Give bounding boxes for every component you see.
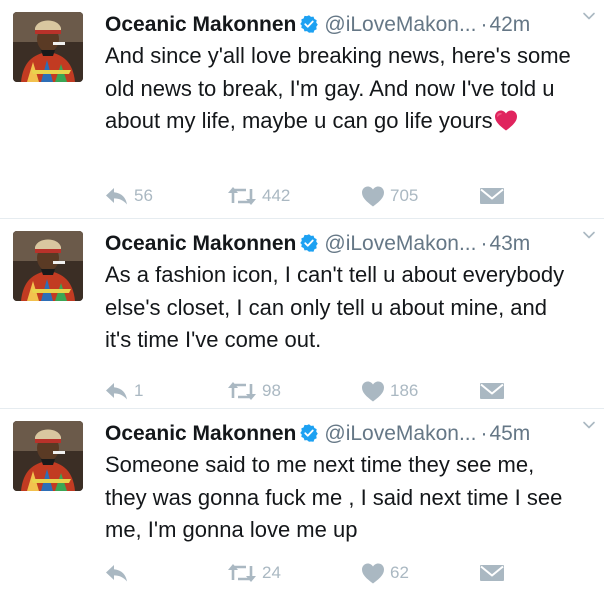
retweet-count: 24 (262, 563, 281, 582)
tweet-header: Oceanic Makonnen @iLoveMakon... ·42m (105, 10, 588, 40)
direct-message-button[interactable] (479, 561, 510, 585)
timestamp[interactable]: 42m (489, 13, 530, 36)
direct-message-button[interactable] (479, 184, 510, 208)
like-button[interactable]: 705 (361, 184, 418, 208)
display-name[interactable]: Oceanic Makonnen (105, 232, 296, 255)
like-icon (361, 562, 385, 584)
red-heart-emoji-icon (494, 109, 518, 131)
verified-badge-icon (299, 233, 319, 253)
verified-badge-icon (299, 423, 319, 443)
reply-button[interactable]: 56 (105, 184, 153, 208)
avatar[interactable] (13, 231, 83, 301)
retweet-button[interactable]: 98 (227, 379, 281, 403)
like-count: 186 (390, 381, 419, 400)
caret-down-icon[interactable] (582, 228, 596, 242)
retweet-icon (227, 186, 257, 206)
avatar[interactable] (13, 12, 83, 82)
user-handle[interactable]: @iLoveMakon... (324, 232, 476, 255)
timestamp[interactable]: 43m (489, 232, 530, 255)
like-icon (361, 380, 385, 402)
reply-count: 1 (134, 381, 144, 400)
like-icon (361, 185, 385, 207)
retweet-icon (227, 381, 257, 401)
caret-down-icon[interactable] (582, 418, 596, 432)
tweet[interactable]: Oceanic Makonnen @iLoveMakon... ·42m And s… (0, 0, 604, 219)
retweet-button[interactable]: 442 (227, 184, 290, 208)
direct-message-icon (479, 563, 505, 583)
reply-count: 56 (134, 186, 153, 205)
separator-dot: · (480, 13, 488, 36)
like-count: 705 (390, 186, 419, 205)
tweet-actions: 1 98 186 (105, 379, 588, 403)
avatar[interactable] (13, 421, 83, 491)
tweet-actions: 56 442 705 (105, 184, 588, 208)
tweet-text: As a fashion icon, I can't tell u about … (105, 262, 565, 352)
like-button[interactable]: 62 (361, 561, 409, 585)
tweet-text: Someone said to me next time they see me… (105, 452, 563, 542)
reply-icon (105, 563, 129, 583)
avatar-image (13, 421, 83, 491)
user-handle[interactable]: @iLoveMakon... (324, 422, 476, 445)
verified-badge-icon (299, 14, 319, 34)
display-name[interactable]: Oceanic Makonnen (105, 13, 296, 36)
separator-dot: · (480, 232, 488, 255)
retweet-count: 98 (262, 381, 281, 400)
avatar-image (13, 12, 83, 82)
retweet-count: 442 (262, 186, 291, 205)
tweet[interactable]: Oceanic Makonnen @iLoveMakon... ·45m Someo… (0, 409, 604, 590)
user-handle[interactable]: @iLoveMakon... (324, 13, 476, 36)
caret-down-icon[interactable] (582, 9, 596, 23)
retweet-icon (227, 563, 257, 583)
tweet[interactable]: Oceanic Makonnen @iLoveMakon... ·43m As a … (0, 219, 604, 409)
tweet-header: Oceanic Makonnen @iLoveMakon... ·45m (105, 419, 588, 449)
tweet-text: And since y'all love breaking news, here… (105, 40, 575, 138)
direct-message-icon (479, 186, 505, 206)
direct-message-icon (479, 381, 505, 401)
reply-button[interactable] (105, 561, 134, 585)
like-count: 62 (390, 563, 409, 582)
tweet-header: Oceanic Makonnen @iLoveMakon... ·43m (105, 229, 588, 259)
like-button[interactable]: 186 (361, 379, 418, 403)
retweet-button[interactable]: 24 (227, 561, 281, 585)
reply-icon (105, 381, 129, 401)
display-name[interactable]: Oceanic Makonnen (105, 422, 296, 445)
reply-button[interactable]: 1 (105, 379, 143, 403)
timestamp[interactable]: 45m (489, 422, 530, 445)
avatar-image (13, 231, 83, 301)
reply-icon (105, 186, 129, 206)
separator-dot: · (480, 422, 488, 445)
tweet-actions: 24 62 (105, 561, 588, 585)
direct-message-button[interactable] (479, 379, 510, 403)
